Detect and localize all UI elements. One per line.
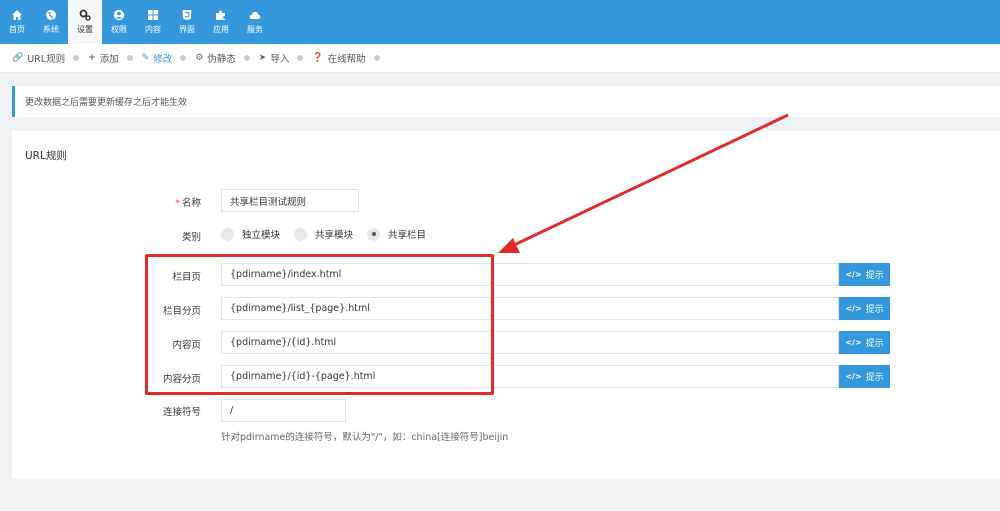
annotation-arrow	[498, 113, 789, 253]
